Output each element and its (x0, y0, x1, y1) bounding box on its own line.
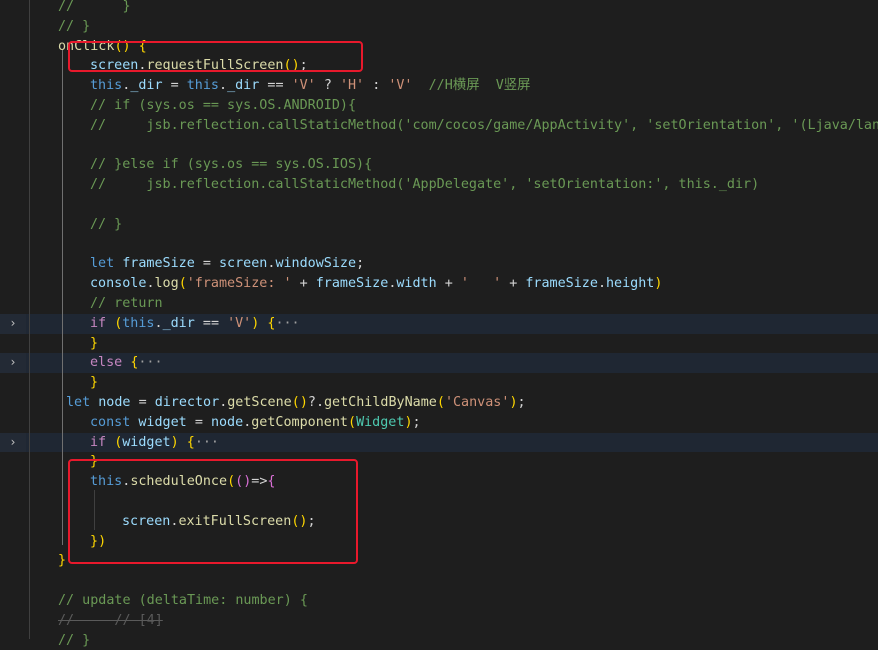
code-text: // update (deltaTime: number) { (58, 593, 308, 608)
code-line[interactable] (0, 235, 878, 255)
code-text: // } (58, 632, 91, 648)
code-line[interactable]: // } (0, 631, 878, 650)
code-text: } (90, 375, 99, 391)
annotation-highlight-box (68, 41, 363, 72)
code-text: let node = director.getScene()?.getChild… (66, 395, 526, 410)
code-line[interactable]: // if (sys.os == sys.OS.ANDROID){ (0, 96, 878, 116)
code-line[interactable]: if (this._dir == 'V') {··· › (0, 313, 878, 334)
code-line[interactable]: // update (deltaTime: number) { (0, 591, 878, 611)
code-line[interactable]: // }else if (sys.os == sys.OS.IOS){ (0, 155, 878, 175)
code-line[interactable] (0, 571, 878, 591)
code-text: // if (sys.os == sys.OS.ANDROID){ (90, 98, 357, 113)
code-text: // } (58, 18, 91, 34)
code-text: else {··· (90, 355, 163, 371)
indent-guide (29, 0, 30, 639)
fold-chevron-icon[interactable]: › (6, 353, 20, 373)
code-line[interactable]: let frameSize = screen.windowSize; (0, 254, 878, 274)
code-line[interactable] (0, 195, 878, 215)
fold-chevron-icon[interactable]: › (6, 433, 20, 453)
code-text: console.log('frameSize: ' + frameSize.wi… (90, 276, 663, 292)
code-line[interactable]: } (0, 373, 878, 393)
code-line[interactable]: if (widget) {··· › (0, 432, 878, 453)
indent-guide (62, 50, 63, 545)
code-line[interactable]: const widget = node.getComponent(Widget)… (0, 413, 878, 433)
code-line[interactable]: // jsb.reflection.callStaticMethod('com/… (0, 116, 878, 136)
code-text: // } (58, 0, 131, 14)
code-line[interactable]: console.log('frameSize: ' + frameSize.wi… (0, 274, 878, 294)
annotation-highlight-box (68, 459, 358, 564)
code-text: this._dir = this._dir == 'V' ? 'H' : 'V'… (90, 78, 531, 94)
code-line[interactable]: // } (0, 215, 878, 235)
code-line[interactable]: } (0, 334, 878, 354)
code-line[interactable]: // // [4] (0, 611, 878, 631)
code-editor[interactable]: // }// } onClick() {screen.requestFullScr… (0, 0, 878, 648)
code-text: // return (90, 296, 163, 311)
code-text: // jsb.reflection.callStaticMethod('com/… (90, 117, 878, 133)
code-text: // } (90, 216, 123, 232)
code-line[interactable]: // return (0, 294, 878, 314)
code-text: if (this._dir == 'V') {··· (90, 315, 300, 331)
code-line[interactable] (0, 136, 878, 156)
fold-chevron-icon[interactable]: › (6, 314, 20, 334)
code-text: if (widget) {··· (90, 434, 219, 450)
code-text: } (58, 553, 67, 569)
code-line[interactable]: // jsb.reflection.callStaticMethod('AppD… (0, 175, 878, 195)
code-text: // jsb.reflection.callStaticMethod('AppD… (90, 177, 760, 193)
code-text: } (90, 335, 99, 351)
code-text: let frameSize = screen.windowSize; (90, 256, 365, 272)
code-text: const widget = node.getComponent(Widget)… (90, 414, 421, 430)
code-text: // }else if (sys.os == sys.OS.IOS){ (90, 157, 373, 173)
code-line[interactable]: else {··· › (0, 353, 878, 374)
code-line[interactable]: // } (0, 0, 878, 17)
code-text: // // [4] (58, 612, 163, 628)
code-line[interactable]: // } (0, 17, 878, 37)
code-line[interactable]: this._dir = this._dir == 'V' ? 'H' : 'V'… (0, 76, 878, 96)
code-line[interactable]: let node = director.getScene()?.getChild… (0, 393, 878, 413)
